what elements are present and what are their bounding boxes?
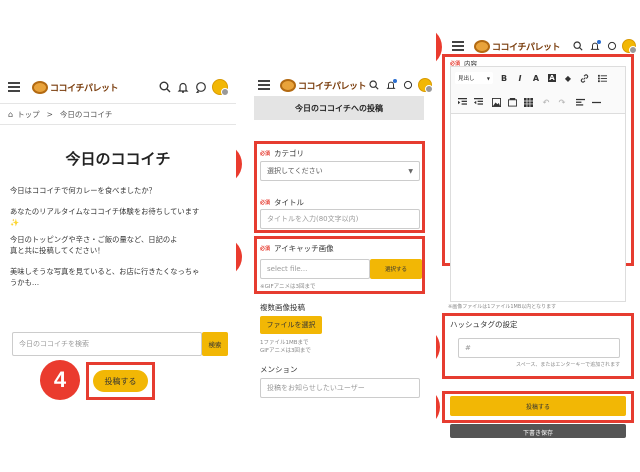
list-icon[interactable] bbox=[597, 73, 607, 83]
step-badge-5: 5 bbox=[236, 144, 242, 184]
home-icon[interactable]: ⌂ bbox=[8, 110, 13, 119]
eraser-icon[interactable]: ◆ bbox=[563, 73, 573, 83]
step-badge-9: 9 bbox=[436, 387, 440, 427]
site-logo[interactable]: ココイチパレット bbox=[280, 78, 367, 92]
step-badge-8: 8 bbox=[436, 327, 440, 367]
indent-icon[interactable] bbox=[457, 97, 467, 107]
eyecatch-file-input[interactable]: select file... bbox=[260, 259, 370, 279]
post-button[interactable]: 投稿する bbox=[93, 370, 148, 392]
site-logo[interactable]: ココイチパレット bbox=[474, 39, 561, 53]
title-input[interactable]: タイトルを入力(80文字以内) bbox=[260, 209, 420, 229]
site-header: ココイチパレット bbox=[0, 73, 236, 101]
form-title-bar: 今日のココイチへの投稿 bbox=[254, 96, 424, 120]
bold-icon[interactable]: B bbox=[499, 73, 509, 83]
undo-icon[interactable]: ↶ bbox=[541, 97, 551, 107]
save-draft-button[interactable]: 下書き保存 bbox=[450, 424, 626, 438]
hamburger-menu-icon[interactable] bbox=[8, 82, 20, 92]
table-icon[interactable] bbox=[523, 97, 533, 107]
hamburger-menu-icon[interactable] bbox=[258, 80, 270, 90]
chat-icon[interactable] bbox=[401, 79, 414, 92]
heading-select[interactable]: 見出し ▼ bbox=[455, 72, 493, 84]
horizontal-rule-icon[interactable] bbox=[591, 97, 601, 107]
highlight-color-icon[interactable]: A bbox=[547, 73, 557, 83]
video-icon[interactable] bbox=[507, 97, 517, 107]
hashtag-input[interactable]: # bbox=[458, 338, 620, 358]
user-avatar[interactable] bbox=[622, 39, 637, 54]
category-label: カテゴリ bbox=[274, 149, 305, 158]
form-title: 今日のココイチへの投稿 bbox=[295, 103, 383, 113]
text-color-icon[interactable]: A bbox=[531, 73, 541, 83]
bell-icon[interactable] bbox=[176, 81, 189, 94]
user-avatar[interactable] bbox=[418, 78, 433, 93]
intro-text: 今日はココイチで何カレーを食べましたか？ あなたのリアルタイムなココイチ体験をお… bbox=[10, 186, 200, 287]
chevron-down-icon: ▼ bbox=[408, 167, 413, 175]
category-select[interactable]: 選択してください ▼ bbox=[260, 161, 420, 181]
mention-input[interactable]: 投稿をお知らせしたいユーザー bbox=[260, 378, 420, 398]
page-title: 今日のココイチ bbox=[65, 150, 171, 168]
redo-icon[interactable]: ↷ bbox=[557, 97, 567, 107]
multi-image-label: 複数画像投稿 bbox=[260, 303, 305, 312]
outdent-icon[interactable] bbox=[473, 97, 483, 107]
editor-toolbar: 見出し ▼ B I A A ◆ ↶ ↷ bbox=[450, 66, 626, 114]
search-input[interactable]: 今日のココイチを検索 bbox=[12, 332, 202, 356]
chat-icon[interactable] bbox=[194, 81, 207, 94]
user-avatar[interactable] bbox=[212, 79, 229, 96]
step-badge-4: 4 bbox=[40, 360, 80, 400]
bell-icon[interactable] bbox=[384, 78, 397, 92]
breadcrumb: ⌂ トップ > 今日のココイチ bbox=[8, 109, 113, 120]
title-label: タイトル bbox=[274, 198, 305, 207]
search-button[interactable]: 検索 bbox=[202, 332, 228, 356]
step-badge-6: 6 bbox=[236, 237, 242, 277]
search-icon[interactable] bbox=[158, 81, 171, 94]
multi-image-button[interactable]: ファイルを選択 bbox=[260, 316, 322, 334]
panel-editor: ココイチパレット 必須 内容 見出し ▼ B I A A ◆ ↶ ↷ ※画像ファ… bbox=[436, 0, 640, 472]
panel-post-form: ココイチパレット 今日のココイチへの投稿 必須 カテゴリ 選択してください ▼ … bbox=[236, 0, 436, 472]
panel-topic-page: ココイチパレット ⌂ トップ > 今日のココイチ 今日のココイチ 今日はココイチ… bbox=[0, 0, 236, 472]
site-logo[interactable]: ココイチパレット bbox=[32, 80, 119, 94]
search-icon[interactable] bbox=[367, 79, 380, 92]
mention-label: メンション bbox=[260, 365, 298, 374]
eyecatch-label: アイキャッチ画像 bbox=[274, 244, 334, 253]
hashtag-label: ハッシュタグの設定 bbox=[450, 320, 518, 329]
image-icon[interactable] bbox=[491, 97, 501, 107]
editor-content-area[interactable] bbox=[450, 114, 626, 302]
bell-icon[interactable] bbox=[588, 39, 601, 53]
site-header-2: ココイチパレット bbox=[236, 71, 436, 99]
align-icon[interactable] bbox=[575, 97, 585, 107]
hamburger-menu-icon[interactable] bbox=[452, 41, 464, 51]
eyecatch-select-button[interactable]: 選択する bbox=[370, 259, 422, 279]
link-icon[interactable] bbox=[579, 73, 589, 83]
chat-icon[interactable] bbox=[605, 40, 618, 53]
submit-button[interactable]: 投稿する bbox=[450, 396, 626, 416]
search-icon[interactable] bbox=[571, 40, 584, 53]
italic-icon[interactable]: I bbox=[515, 73, 525, 83]
breadcrumb-current: 今日のココイチ bbox=[59, 110, 113, 119]
breadcrumb-home[interactable]: トップ bbox=[17, 109, 40, 120]
